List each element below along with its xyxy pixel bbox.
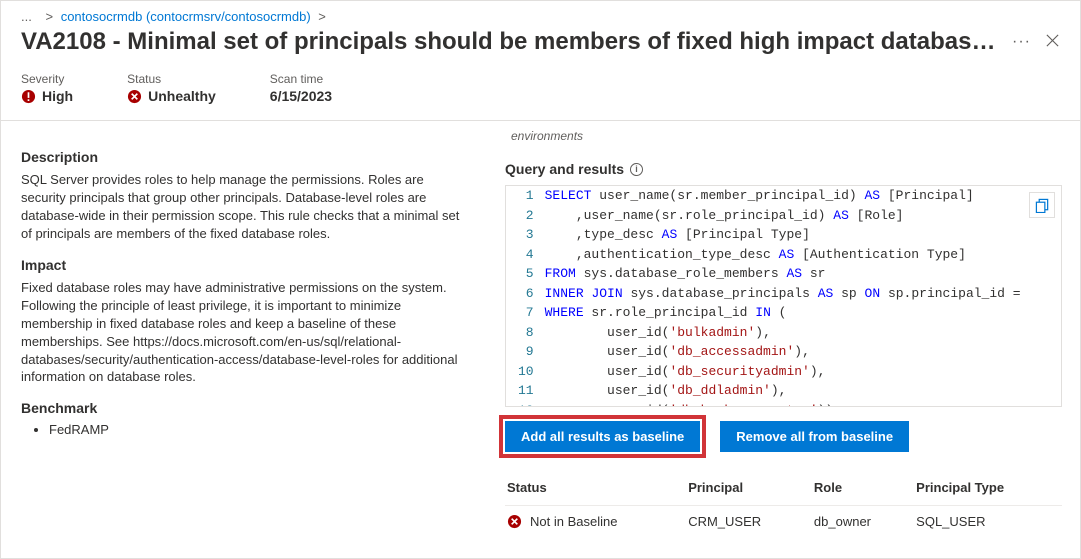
col-status[interactable]: Status: [505, 474, 686, 506]
results-header-row: Status Principal Role Principal Type: [505, 474, 1062, 506]
breadcrumb-chevron-icon: >: [45, 9, 53, 24]
line-number: 4: [506, 245, 544, 265]
code-line: WHERE sr.role_principal_id IN (: [544, 303, 1061, 323]
severity-high-icon: [21, 89, 36, 104]
status-error-icon: [507, 514, 522, 529]
code-line: user_id('db_ddladmin'),: [544, 381, 1061, 401]
query-code-scroll[interactable]: 1SELECT user_name(sr.member_principal_id…: [506, 186, 1061, 406]
remove-all-from-baseline-button[interactable]: Remove all from baseline: [720, 421, 909, 452]
code-line: user_id('db_backupoperator')): [544, 401, 1061, 406]
status-text: Unhealthy: [148, 88, 216, 104]
more-actions-button[interactable]: ···: [1012, 33, 1031, 51]
impact-text: Fixed database roles may have administra…: [21, 279, 461, 387]
line-number: 2: [506, 206, 544, 226]
scantime-value: 6/15/2023: [270, 88, 332, 104]
line-number: 1: [506, 186, 544, 206]
meta-row: Severity High Status Unhealthy Scan time…: [1, 68, 1080, 120]
line-number: 5: [506, 264, 544, 284]
code-line: user_id('db_securityadmin'),: [544, 362, 1061, 382]
content: Description SQL Server provides roles to…: [1, 121, 1080, 548]
page-title: VA2108 - Minimal set of principals shoul…: [21, 28, 996, 56]
line-number: 6: [506, 284, 544, 304]
code-line: user_id('db_accessadmin'),: [544, 342, 1061, 362]
benchmark-item: FedRAMP: [49, 422, 461, 437]
code-line: ,user_name(sr.role_principal_id) AS [Rol…: [544, 206, 1061, 226]
benchmark-list: FedRAMP: [21, 422, 461, 437]
line-number: 9: [506, 342, 544, 362]
breadcrumb-overflow[interactable]: ...: [21, 9, 32, 24]
query-code-block: 1SELECT user_name(sr.member_principal_id…: [505, 185, 1062, 407]
col-principal-type[interactable]: Principal Type: [914, 474, 1062, 506]
line-number: 7: [506, 303, 544, 323]
environments-note: environments: [511, 129, 1062, 143]
scantime-block: Scan time 6/15/2023: [270, 72, 332, 104]
cell-status: Not in Baseline: [505, 506, 686, 538]
left-column: Description SQL Server provides roles to…: [1, 121, 481, 548]
cell-ptype: SQL_USER: [914, 506, 1062, 538]
breadcrumb-link[interactable]: contosocrmdb (contocrmsrv/contosocrmdb): [61, 9, 311, 24]
cell-status-text: Not in Baseline: [530, 514, 617, 529]
line-number: 3: [506, 225, 544, 245]
col-role[interactable]: Role: [812, 474, 914, 506]
status-value: Unhealthy: [127, 88, 216, 104]
line-number: 8: [506, 323, 544, 343]
info-icon[interactable]: i: [630, 163, 643, 176]
line-number: 11: [506, 381, 544, 401]
impact-heading: Impact: [21, 257, 461, 273]
scantime-label: Scan time: [270, 72, 332, 86]
line-number: 12: [506, 401, 544, 406]
cell-principal: CRM_USER: [686, 506, 812, 538]
status-label: Status: [127, 72, 216, 86]
breadcrumb-chevron-icon: >: [318, 9, 326, 24]
close-icon: [1045, 33, 1060, 48]
title-row: VA2108 - Minimal set of principals shoul…: [1, 28, 1080, 68]
benchmark-heading: Benchmark: [21, 400, 461, 416]
results-table: Status Principal Role Principal Type Not…: [505, 474, 1062, 537]
right-column: environments Query and results i 1SELECT…: [481, 121, 1080, 548]
severity-label: Severity: [21, 72, 73, 86]
severity-text: High: [42, 88, 73, 104]
query-results-label: Query and results: [505, 161, 624, 177]
severity-value: High: [21, 88, 73, 104]
code-line: ,type_desc AS [Principal Type]: [544, 225, 1061, 245]
baseline-buttons: Add all results as baseline Remove all f…: [505, 421, 1062, 452]
query-results-heading: Query and results i: [505, 161, 1062, 177]
add-all-results-baseline-button[interactable]: Add all results as baseline: [505, 421, 700, 452]
severity-block: Severity High: [21, 72, 73, 104]
code-table: 1SELECT user_name(sr.member_principal_id…: [506, 186, 1061, 406]
col-principal[interactable]: Principal: [686, 474, 812, 506]
code-line: user_id('bulkadmin'),: [544, 323, 1061, 343]
copy-query-button[interactable]: [1029, 192, 1055, 218]
code-line: ,authentication_type_desc AS [Authentica…: [544, 245, 1061, 265]
table-row[interactable]: Not in Baseline CRM_USER db_owner SQL_US…: [505, 506, 1062, 538]
breadcrumb: ... > contosocrmdb (contocrmsrv/contosoc…: [1, 1, 1080, 28]
code-line: INNER JOIN sys.database_principals AS sp…: [544, 284, 1061, 304]
cell-role: db_owner: [812, 506, 914, 538]
description-text: SQL Server provides roles to help manage…: [21, 171, 461, 243]
status-block: Status Unhealthy: [127, 72, 216, 104]
close-button[interactable]: [1045, 33, 1060, 51]
code-line: FROM sys.database_role_members AS sr: [544, 264, 1061, 284]
title-actions: ···: [1012, 33, 1060, 51]
code-line: SELECT user_name(sr.member_principal_id)…: [544, 186, 1061, 206]
status-unhealthy-icon: [127, 89, 142, 104]
copy-icon: [1035, 198, 1050, 213]
line-number: 10: [506, 362, 544, 382]
description-heading: Description: [21, 149, 461, 165]
page-root: ... > contosocrmdb (contocrmsrv/contosoc…: [0, 0, 1081, 559]
